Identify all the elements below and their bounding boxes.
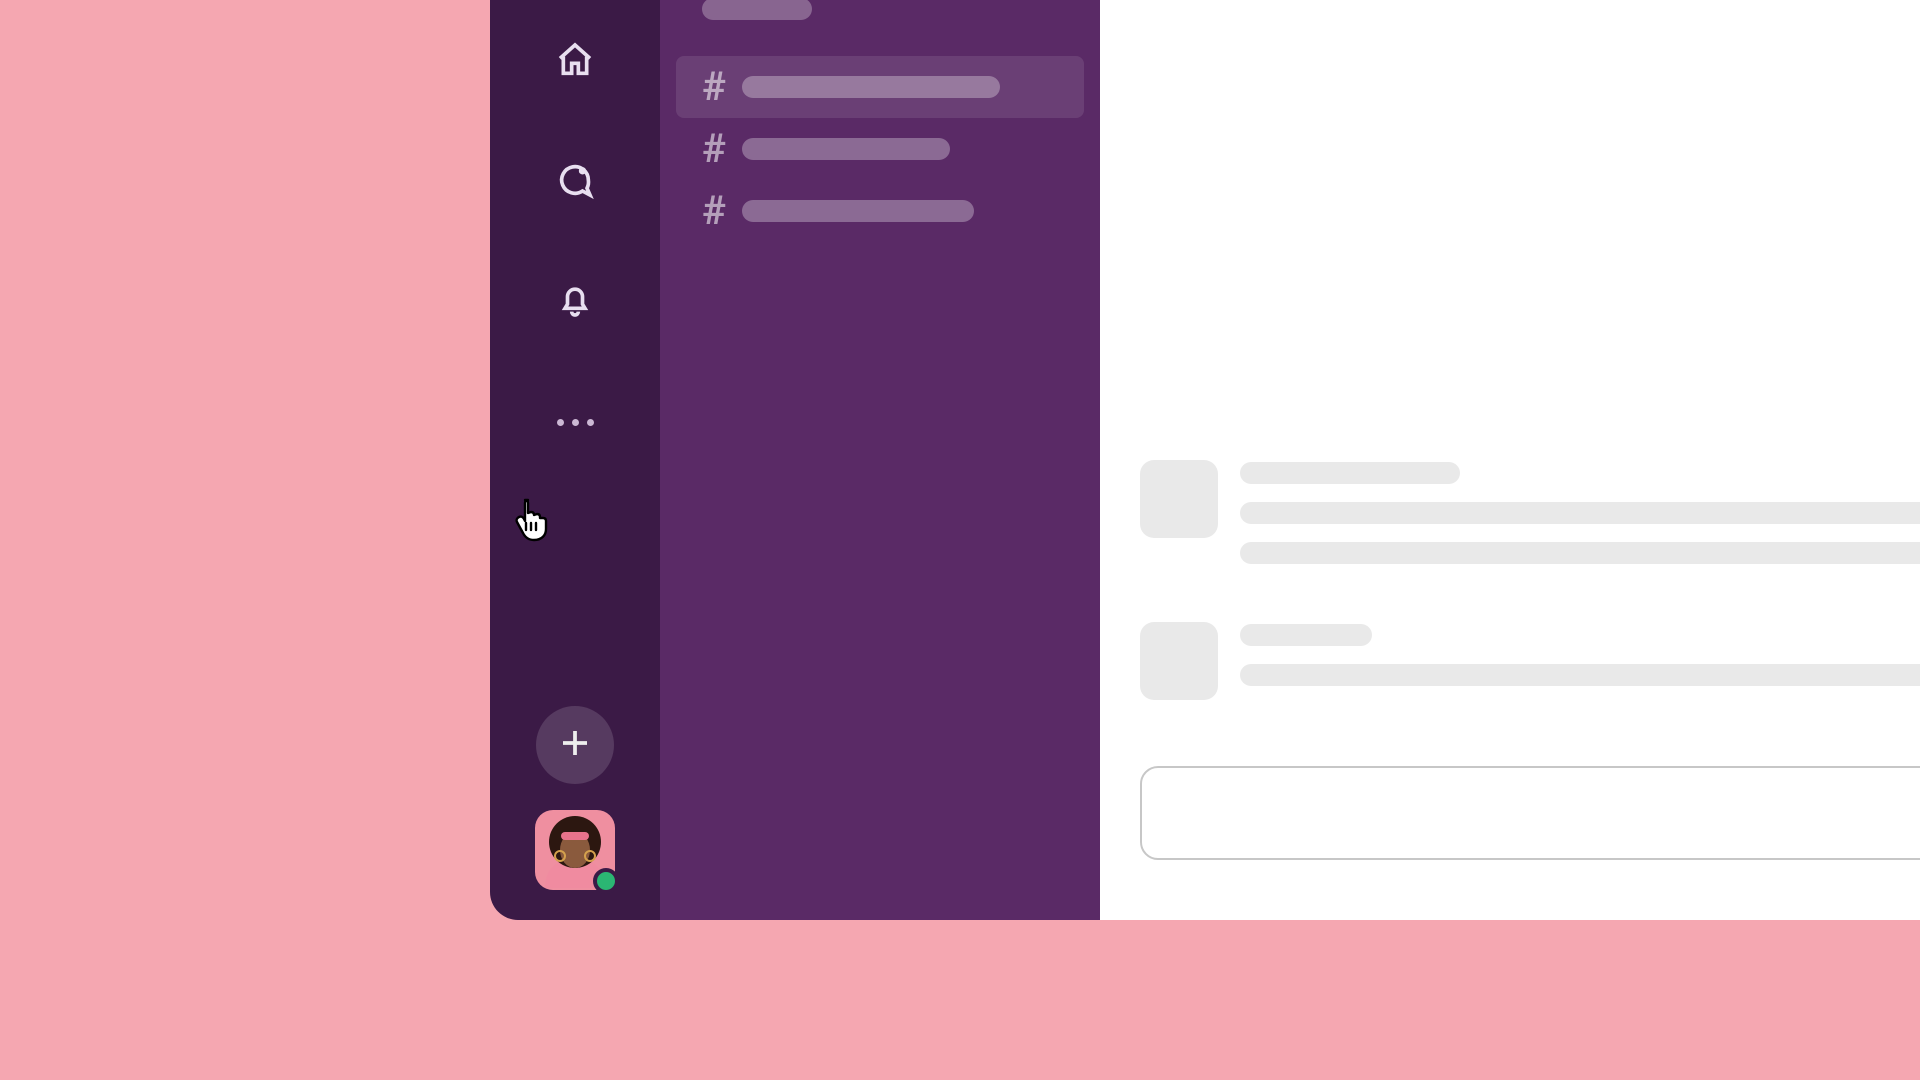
message-text-placeholder [1240,542,1920,564]
message-author-placeholder [1240,462,1460,484]
message-text-placeholder [1240,502,1920,524]
channels-sidebar: # # # [660,0,1100,920]
channel-name-placeholder [742,200,974,222]
plus-icon [557,725,593,765]
dm-icon [555,160,595,204]
message [1140,622,1920,704]
channel-name-placeholder [742,76,1000,98]
message-text-placeholder [1240,664,1920,686]
app-window: # # # [490,0,1920,920]
bell-icon [555,280,595,324]
channel-item[interactable]: # [676,56,1084,118]
nav-dms[interactable] [543,150,607,214]
create-new-button[interactable] [536,706,614,784]
channel-item[interactable]: # [660,118,1100,180]
message-avatar-placeholder [1140,460,1218,538]
nav-rail [490,0,660,920]
nav-activity[interactable] [543,270,607,334]
hash-icon: # [702,67,742,107]
home-icon [555,40,595,84]
user-menu[interactable] [535,810,615,890]
message-author-placeholder [1240,624,1372,646]
hash-icon: # [702,191,742,231]
message-composer[interactable] [1140,766,1920,860]
message [1140,460,1920,582]
presence-indicator [593,868,619,894]
channels-section-label [702,0,812,20]
nav-home[interactable] [543,30,607,94]
ellipsis-icon [557,419,594,426]
message-avatar-placeholder [1140,622,1218,700]
channel-item[interactable]: # [660,180,1100,242]
conversation-pane [1100,0,1920,920]
channel-name-placeholder [742,138,950,160]
nav-more[interactable] [543,390,607,454]
hash-icon: # [702,129,742,169]
